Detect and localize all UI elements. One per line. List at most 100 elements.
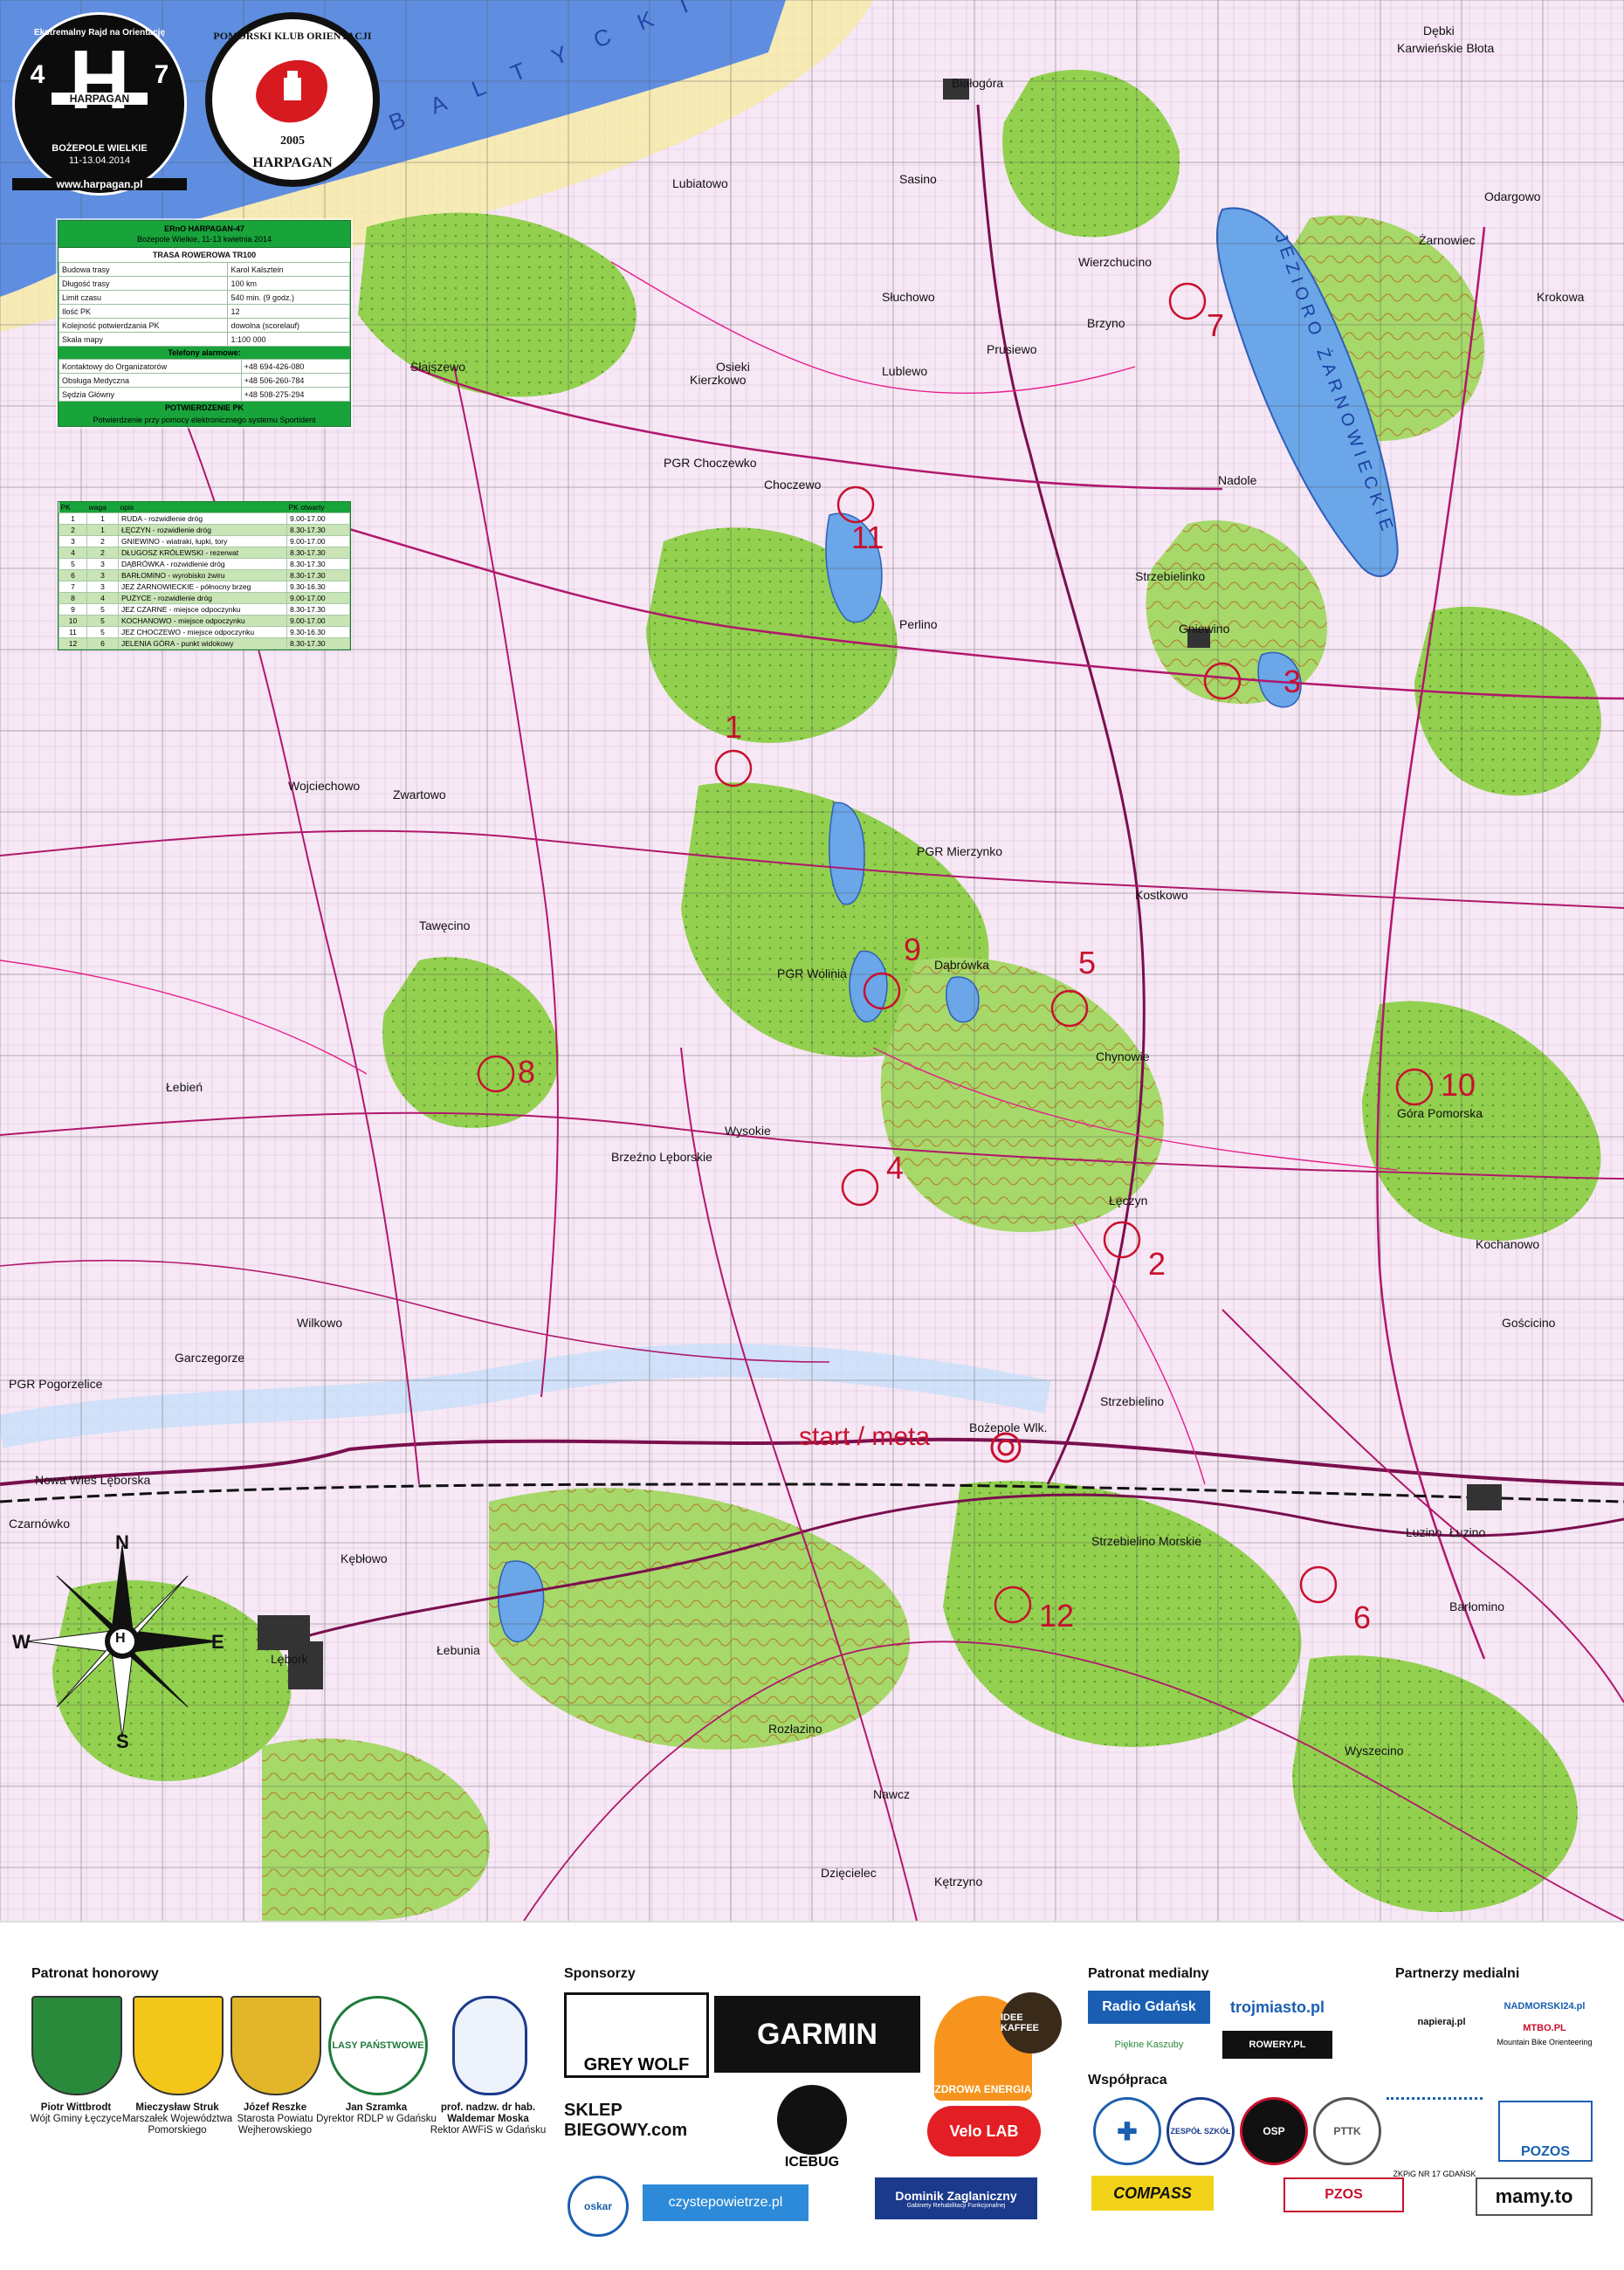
checkpoint-row-cell-3: 8.30-17.30 (286, 603, 350, 616)
checkpoint-row-cell-0: 10 (58, 615, 87, 627)
phone-row-cell-0: Obsługa Medyczna (58, 373, 242, 388)
patronat-title: Patronat honorowy (31, 1966, 159, 1981)
checkpoint-table-header: PK waga opis PK otwarty (58, 502, 350, 513)
place-name: Garczegorze (175, 1351, 244, 1365)
checkpoint-table: PK waga opis PK otwarty 1 1 RUDA - rozwidl… (58, 501, 351, 650)
checkpoint-row-cell-2: RUDA - rozwidlenie dróg (118, 512, 287, 525)
route-row-cell-0: Skala mapy (58, 332, 229, 347)
trojmiasto-logo: trojmiasto.pl (1229, 1998, 1325, 2016)
checkpoint-row-cell-1: 6 (86, 637, 119, 650)
place-name: Dębki (1423, 24, 1455, 38)
phone-row-cell-1: +48 506-260-784 (240, 373, 351, 388)
checkpoint-row-cell-0: 7 (58, 581, 87, 593)
checkpoint-row-cell-2: JEZ CHOCZEWO - miejsce odpoczynku (118, 626, 287, 638)
place-name: Dąbrówka (934, 958, 989, 972)
checkpoint-row-cell-0: 4 (58, 547, 87, 559)
place-name: Karwieńskie Błota (1397, 41, 1494, 55)
start-finish-label: start / meta (799, 1422, 930, 1451)
place-name: PGR Mierzynko (917, 844, 1002, 858)
pomerania-map-icon (256, 59, 327, 123)
checkpoint-row: 5 3 DĄBRÓWKA - rozwidlenie dróg 8.30-17.30 (58, 558, 350, 570)
checkpoint-row-cell-0: 11 (58, 626, 87, 638)
idee-kaffee-logo: IDEE KAFFEE (1001, 1992, 1062, 2053)
pozos-logo: POZOS (1498, 2101, 1593, 2162)
checkpoint-number: 9 (904, 932, 921, 967)
place-name: Białogóra (952, 76, 1003, 90)
place-name: Perlino (899, 617, 938, 631)
route-row-cell-1: 100 km (227, 276, 350, 291)
compass-logo: COMPASS (1091, 2176, 1214, 2211)
checkpoint-row-cell-2: DĄBRÓWKA - rozwidlenie dróg (118, 558, 287, 570)
checkpoint-row-cell-1: 3 (86, 581, 119, 593)
place-name: Gniewino (1179, 622, 1230, 636)
route-row-cell-1: dowolna (scorelauf) (227, 318, 350, 333)
confirm-title: POTWIERDZENIE PK (58, 402, 350, 414)
checkpoint-number: 8 (518, 1054, 535, 1090)
piekne-kaszuby-logo: Piękne Kaszuby (1114, 2040, 1184, 2050)
info-subtitle: Bożepole Wielkie, 11-13 kwietnia 2014 (137, 235, 272, 244)
route-row-cell-0: Kolejność potwierdzania PK (58, 318, 229, 333)
route-row: Skala mapy 1:100 000 (58, 332, 350, 347)
checkpoint-row-cell-1: 5 (86, 603, 119, 616)
place-name: PGR Pogorzelice (9, 1377, 103, 1391)
club-logo-name: HARPAGAN (252, 155, 333, 170)
compass-west-letter: W (12, 1631, 31, 1653)
media-title: Patronat medialny (1088, 1966, 1209, 1981)
velo-lab-logo: Velo LAB (927, 2106, 1041, 2156)
medical-cross-logo: ✚ (1093, 2097, 1161, 2165)
route-row-cell-1: Karol Kalsztein (227, 262, 350, 277)
place-name: Brzeźno Lęborskie (611, 1150, 712, 1164)
checkpoint-row: 1 1 RUDA - rozwidlenie dróg 9.00-17.00 (58, 512, 350, 525)
place-name: Strzebielino Morskie (1091, 1534, 1201, 1548)
route-row-cell-1: 540 min. (9 godz.) (227, 290, 350, 305)
checkpoint-row-cell-1: 1 (86, 524, 119, 536)
place-name: Łebunia (437, 1643, 480, 1657)
place-name: Lębork (271, 1652, 309, 1666)
place-name: Żarnowiec (1419, 232, 1476, 247)
phone-row-cell-0: Kontaktowy do Organizatorów (58, 359, 242, 374)
garmin-logo: GARMIN (714, 1996, 920, 2073)
checkpoint-number: 7 (1207, 307, 1224, 343)
compass-rose: N E S W H (12, 1531, 227, 1752)
checkpoint-row-cell-1: 5 (86, 615, 119, 627)
checkpoint-row-cell-3: 9.00-17.00 (286, 512, 350, 525)
checkpoint-row-cell-1: 2 (86, 535, 119, 547)
patron-5: prof. nadzw. dr hab. Waldemar Moska Rekto… (430, 2102, 547, 2136)
checkpoint-row-cell-1: 3 (86, 558, 119, 570)
icebug-name: ICEBUG (784, 2155, 840, 2170)
place-name: Słajszewo (410, 360, 465, 374)
club-logo: POMORSKI KLUB ORIENTACJI 2005 HARPAGAN (205, 12, 380, 187)
place-name: Bożepole Wlk. (969, 1420, 1047, 1434)
wejherowo-crest-icon (231, 1996, 321, 2095)
place-name: Strzebielinko (1135, 569, 1205, 583)
place-name: Sasino (899, 172, 937, 186)
checkpoint-number: 10 (1441, 1067, 1476, 1103)
col-opis: opis (118, 502, 287, 513)
sklep-biegowy-logo: SKLEP BIEGOWY.com (564, 2101, 688, 2140)
route-row-cell-1: 12 (227, 304, 350, 319)
place-name: Łuzino (1449, 1525, 1485, 1539)
pomorskie-crest-icon (133, 1996, 224, 2095)
compass-east-letter: E (211, 1631, 224, 1653)
leczyce-crest-icon (31, 1996, 122, 2095)
compass-center-letter: H (115, 1631, 126, 1646)
place-name: PGR Choczewko (664, 456, 757, 470)
place-name: Luzino (1406, 1525, 1442, 1539)
sponsors-footer: Patronat honorowy Piotr Wittbrodt Wójt Gm… (0, 1921, 1624, 2270)
icebug-bug-icon (777, 2085, 847, 2155)
checkpoint-number: 11 (851, 519, 884, 555)
phone-row-cell-0: Sędzia Główny (58, 387, 242, 402)
harpagan-event-logo: Ekstremalny Rajd na Orientację 4 H 7 HAR… (12, 12, 187, 196)
event-logo-url[interactable]: www.harpagan.pl (12, 178, 187, 190)
col-waga: waga (86, 502, 119, 513)
checkpoint-row-cell-2: JEZ CZARNE - miejsce odpoczynku (118, 603, 287, 616)
checkpoint-row-cell-3: 9.30-16.30 (286, 581, 350, 593)
place-name: Czarnówko (9, 1517, 70, 1531)
checkpoint-row-cell-2: ŁĘCZYN - rozwidlenie dróg (118, 524, 287, 536)
place-name: Kostkowo (1135, 888, 1188, 902)
icebug-logo: ICEBUG (760, 2080, 864, 2176)
lasy-panstwowe-logo: LASY PAŃSTWOWE (328, 1996, 428, 2095)
place-name: Kętrzyno (934, 1874, 982, 1888)
route-title: TRASA ROWEROWA TR100 (58, 247, 350, 262)
place-name: Wojciechowo (288, 779, 360, 793)
